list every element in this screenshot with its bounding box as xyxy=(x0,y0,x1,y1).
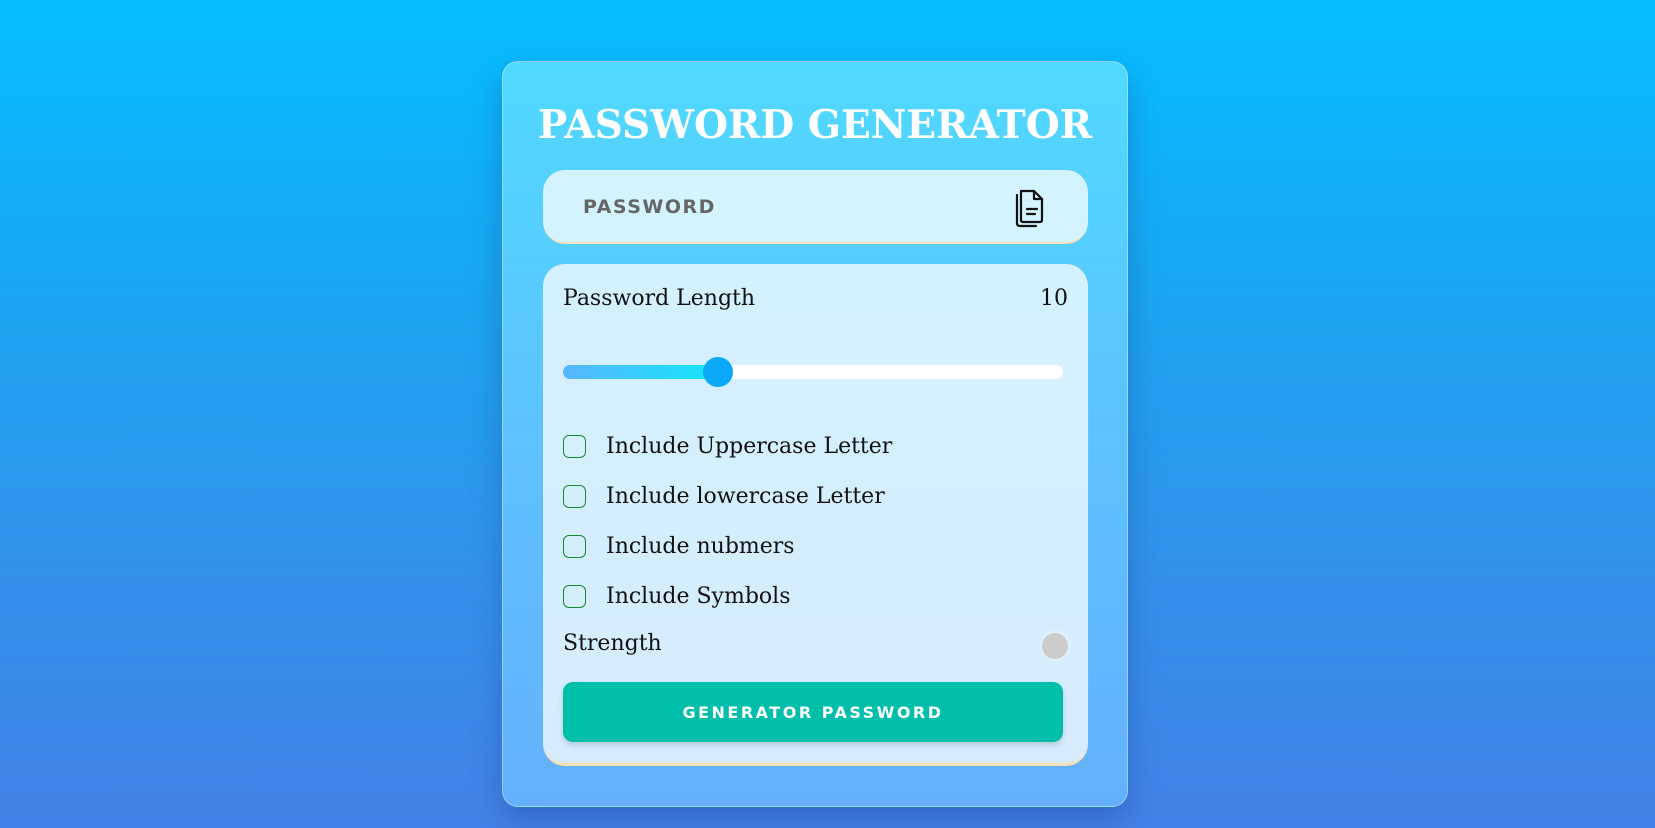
uppercase-label: Include Uppercase Letter xyxy=(606,433,893,459)
option-lowercase[interactable]: Include lowercase Letter xyxy=(563,481,885,511)
password-output-field[interactable] xyxy=(581,170,1005,244)
length-slider[interactable] xyxy=(563,357,1063,387)
password-generator-card: PASSWORD GENERATOR Password Length 10 In… xyxy=(502,61,1128,807)
slider-fill xyxy=(563,365,718,379)
generate-password-button[interactable]: GENERATOR PASSWORD xyxy=(563,682,1063,742)
app-title: PASSWORD GENERATOR xyxy=(537,102,1093,148)
symbols-checkbox[interactable] xyxy=(563,584,586,608)
uppercase-checkbox[interactable] xyxy=(563,434,586,458)
option-symbols[interactable]: Include Symbols xyxy=(563,581,791,611)
length-label: Password Length xyxy=(563,286,756,311)
numbers-checkbox[interactable] xyxy=(563,534,586,558)
numbers-label: Include nubmers xyxy=(606,533,795,559)
lowercase-checkbox[interactable] xyxy=(563,484,586,508)
strength-indicator xyxy=(1042,633,1068,659)
password-display xyxy=(543,170,1088,244)
copy-button[interactable] xyxy=(1008,182,1054,228)
settings-panel: Password Length 10 Include Uppercase Let… xyxy=(543,264,1088,766)
strength-label: Strength xyxy=(563,631,662,656)
lowercase-label: Include lowercase Letter xyxy=(606,483,885,509)
copy-document-icon xyxy=(1015,189,1044,228)
slider-thumb[interactable] xyxy=(703,357,733,387)
option-numbers[interactable]: Include nubmers xyxy=(563,531,795,561)
symbols-label: Include Symbols xyxy=(606,583,791,609)
option-uppercase[interactable]: Include Uppercase Letter xyxy=(563,431,892,461)
length-value: 10 xyxy=(1040,286,1068,311)
